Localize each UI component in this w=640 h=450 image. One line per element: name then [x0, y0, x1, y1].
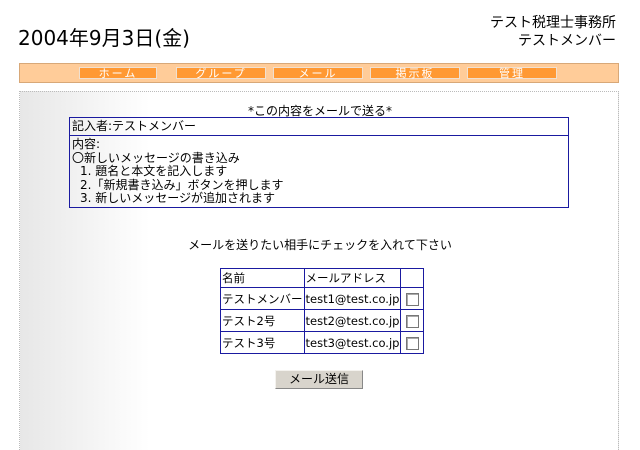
content-label: 内容:: [72, 137, 101, 151]
message-body: 内容: 〇新しいメッセージの書き込み 1. 題名と本文を記入します 2.「新規書…: [70, 136, 568, 207]
nav-home-button[interactable]: ホーム: [79, 67, 157, 80]
content-line: 1. 題名と本文を記入します: [80, 164, 228, 178]
current-date: 2004年9月3日(金): [18, 26, 190, 50]
recipient-email: test2@test.co.jp: [303, 309, 402, 332]
content-line: 3. 新しいメッセージが追加されます: [80, 191, 276, 205]
org-info: テスト税理士事務所 テストメンバー: [490, 14, 616, 50]
nav-bar: ホーム グループ メール 掲示板 管理: [19, 63, 619, 83]
recipient-instruction: メールを送りたい相手にチェックを入れて下さい: [188, 238, 452, 252]
table-row: テスト3号 test3@test.co.jp: [220, 331, 425, 354]
office-name: テスト税理士事務所: [490, 15, 616, 31]
content-line: 2.「新規書き込み」ボタンを押します: [80, 177, 284, 192]
table-row: テストメンバー test1@test.co.jp: [220, 287, 425, 310]
nav-admin-button[interactable]: 管理: [467, 67, 557, 80]
user-name: テストメンバー: [518, 33, 616, 49]
author-label: 記入者:テストメンバー: [70, 118, 568, 136]
recipient-checkbox[interactable]: [405, 336, 419, 350]
page-header: 2004年9月3日(金) テスト税理士事務所 テストメンバー: [0, 0, 640, 62]
nav-mail-button[interactable]: メール: [273, 67, 363, 80]
table-row: テスト2号 test2@test.co.jp: [220, 309, 425, 332]
recipient-checkbox[interactable]: [405, 292, 419, 306]
recipient-email: test1@test.co.jp: [303, 287, 402, 310]
header-email: メールアドレス: [303, 268, 402, 288]
nav-board-button[interactable]: 掲示板: [370, 67, 460, 80]
recipient-check-cell: [400, 287, 425, 310]
send-mail-button[interactable]: メール送信: [275, 370, 363, 389]
header-name: 名前: [220, 268, 305, 288]
header-check: [400, 268, 425, 288]
recipient-name: テスト3号: [220, 331, 305, 354]
recipient-table: 名前 メールアドレス テストメンバー test1@test.co.jp テスト2…: [220, 268, 425, 354]
nav-group-button[interactable]: グループ: [176, 67, 266, 80]
table-header-row: 名前 メールアドレス: [220, 268, 425, 288]
recipient-check-cell: [400, 331, 425, 354]
recipient-name: テスト2号: [220, 309, 305, 332]
recipient-email: test3@test.co.jp: [303, 331, 402, 354]
recipient-checkbox[interactable]: [405, 314, 419, 328]
message-preview: 記入者:テストメンバー 内容: 〇新しいメッセージの書き込み 1. 題名と本文を…: [69, 117, 569, 208]
content-line: 〇新しいメッセージの書き込み: [72, 150, 240, 165]
recipient-check-cell: [400, 309, 425, 332]
recipient-name: テストメンバー: [220, 287, 305, 310]
